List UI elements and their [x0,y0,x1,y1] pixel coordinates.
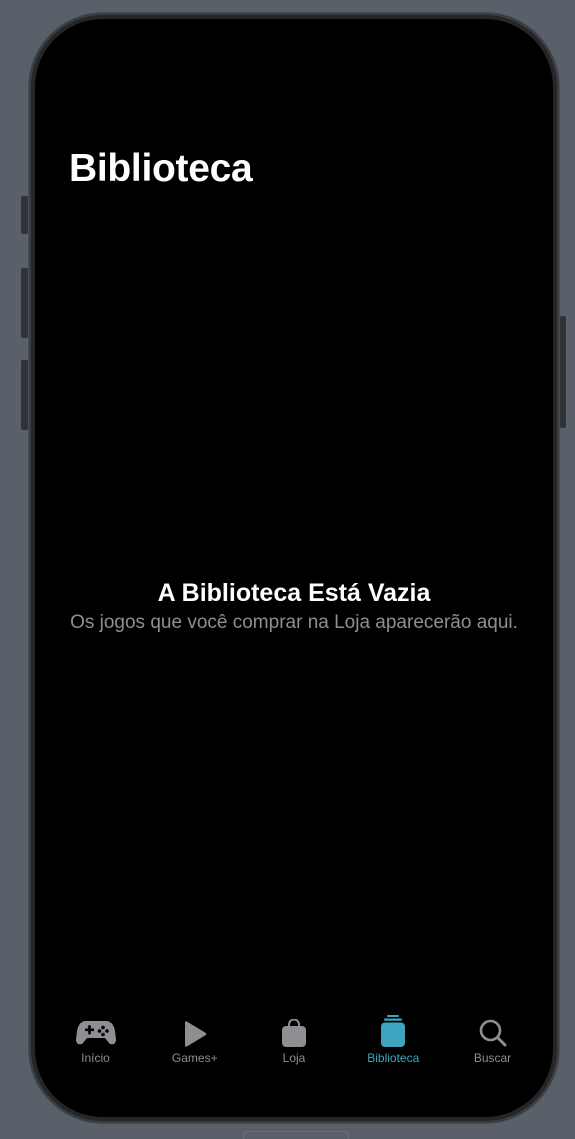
tab-inicio[interactable]: Início [46,1015,145,1075]
shopping-bag-icon [274,1015,314,1047]
volume-up-button [21,268,28,338]
volume-down-button [21,360,28,430]
empty-state-title: A Biblioteca Está Vazia [157,579,431,607]
gamecontroller-icon [75,1015,116,1047]
tab-label: Games+ [171,1051,218,1065]
tab-biblioteca[interactable]: Biblioteca [344,1015,443,1075]
screen: Biblioteca A Biblioteca Está Vazia Os jo… [35,19,553,1117]
tab-bar: Início Games+ Loja Biblioteca Buscar [46,1015,542,1075]
tab-label: Loja [282,1051,306,1065]
tab-loja[interactable]: Loja [245,1015,344,1075]
empty-state-message: Os jogos que você comprar na Loja aparec… [70,612,518,633]
tab-buscar[interactable]: Buscar [443,1015,542,1075]
tab-label: Início [81,1051,110,1065]
play-icon [175,1015,215,1047]
library-stack-icon [373,1015,413,1047]
power-button [560,316,566,428]
tab-games-plus[interactable]: Games+ [145,1015,244,1075]
magnifying-glass-icon [473,1015,513,1047]
tab-label: Buscar [473,1051,512,1065]
tab-label: Biblioteca [367,1051,420,1065]
page-title: Biblioteca [69,147,253,190]
silent-switch [21,196,28,234]
